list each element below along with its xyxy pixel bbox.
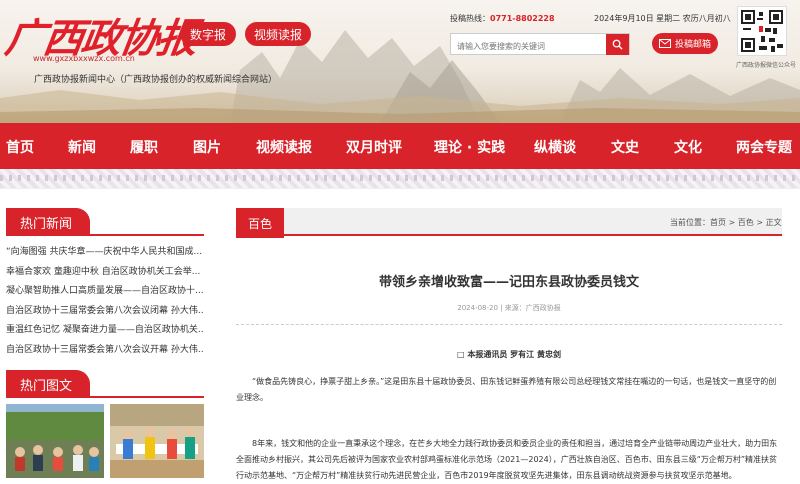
nav-news[interactable]: 新闻 (68, 137, 96, 157)
digital-paper-button[interactable]: 数字报 (180, 22, 236, 46)
breadcrumb[interactable]: 当前位置：首页 > 百色 > 正文 (670, 217, 782, 228)
search-button[interactable] (606, 34, 629, 55)
hotline: 投稿热线：0771-8802228 (450, 13, 555, 24)
qr-caption: 广西政协报微信公众号 (736, 62, 797, 69)
nav-two-sessions[interactable]: 两会专题 (736, 137, 792, 157)
search-box (450, 33, 630, 57)
list-item[interactable]: 幸福合家欢 童趣迎中秋 自治区政协机关工会举... (6, 263, 204, 283)
list-item[interactable]: 自治区政协十三届常委会第八次会议开幕 孙大伟... (6, 341, 204, 361)
qr-code-icon (741, 10, 783, 52)
logo-url: www.gxzxbxxwzx.com.cn (33, 54, 135, 63)
hotline-number: 0771-8802228 (490, 14, 555, 23)
site-subtitle: 广西政协报新闻中心（广西政协报创办的权威新闻综合网站） (34, 75, 278, 85)
nav-history[interactable]: 文史 (611, 137, 639, 157)
hot-news-list: “向海图强 共庆华章——庆祝中华人民共和国成... 幸福合家欢 童趣迎中秋 自治… (6, 243, 204, 360)
qr-code (737, 6, 787, 56)
nav-theory[interactable]: 理论 · 实践 (434, 137, 505, 157)
photo-crowd-image (6, 404, 104, 478)
mail-icon (658, 39, 671, 48)
nav-discussion[interactable]: 纵横谈 (534, 137, 576, 157)
mail-label: 投稿邮箱 (674, 40, 711, 50)
nav-photos[interactable]: 图片 (193, 137, 221, 157)
article-byline: □ 本报通讯员 罗有江 黄忠剑 (457, 350, 561, 359)
hotline-label: 投稿热线： (450, 14, 490, 23)
photo-festival-image (110, 404, 204, 478)
search-input[interactable] (451, 36, 606, 57)
section-tab[interactable]: 百色 (236, 208, 284, 238)
article-title: 带领乡亲增收致富——记田东县政协委员钱文 (378, 275, 639, 290)
hot-news-title: 热门新闻 (6, 208, 90, 236)
article-paragraph-2: 8年来，钱文和他的企业一直秉承这个理念，在芒乡大地全力践行政协委员和委员企业的责… (236, 439, 778, 480)
article-divider (236, 324, 782, 325)
nav-commentary[interactable]: 双月时评 (346, 137, 402, 157)
decorative-band (0, 169, 800, 189)
hot-images-title: 热门图文 (6, 370, 90, 398)
article-meta: 2024-08-20 | 来源：广西政协报 (457, 304, 561, 312)
search-icon (612, 39, 623, 50)
list-item[interactable]: 重温红色记忆 凝聚奋进力量——自治区政协机关... (6, 321, 204, 341)
current-date: 2024年9月10日 星期二 农历八月初八 (594, 14, 731, 23)
nav-video[interactable]: 视频读报 (256, 137, 312, 157)
nav-duties[interactable]: 履职 (130, 137, 158, 157)
hot-image-2[interactable] (110, 404, 204, 478)
list-item[interactable]: 凝心聚智助推人口高质量发展——自治区政协十... (6, 282, 204, 302)
hot-images-underline (6, 396, 204, 398)
video-paper-button[interactable]: 视频读报 (245, 22, 311, 46)
site-header: 广西政协报 www.gxzxbxxwzx.com.cn 数字报 视频读报 广西政… (0, 0, 800, 123)
nav-culture[interactable]: 文化 (674, 137, 702, 157)
article-paragraph-1: “做食品先铸良心，挣票子甜上乡亲。”这是田东县十届政协委员、田东钱记鲜蛋养殖有限… (236, 377, 777, 402)
hot-news-underline (6, 234, 204, 236)
nav-home[interactable]: 首页 (6, 137, 34, 157)
list-item[interactable]: 自治区政协十三届常委会第八次会议闭幕 孙大伟... (6, 302, 204, 322)
hot-image-1[interactable] (6, 404, 104, 478)
list-item[interactable]: “向海图强 共庆华章——庆祝中华人民共和国成... (6, 243, 204, 263)
submit-email-button[interactable]: 投稿邮箱 (652, 33, 718, 54)
main-nav: 首页 新闻 履职 图片 视频读报 双月时评 理论 · 实践 纵横谈 文史 文化 … (0, 123, 800, 169)
